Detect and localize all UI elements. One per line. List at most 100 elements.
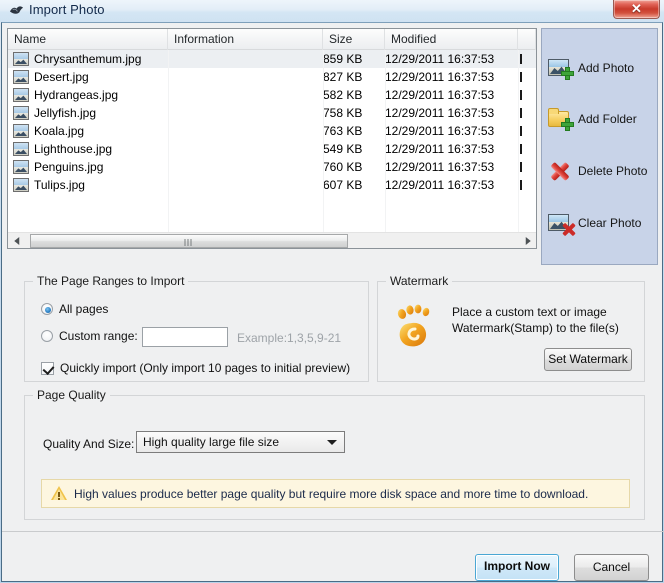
table-row[interactable]: Tulips.jpg 607 KB 12/29/2011 16:37:53: [8, 176, 536, 194]
table-row[interactable]: Koala.jpg 763 KB 12/29/2011 16:37:53: [8, 122, 536, 140]
cell-name: Penguins.jpg: [8, 158, 168, 176]
cell-modified: 12/29/2011 16:37:53: [385, 142, 495, 156]
image-file-icon: [13, 106, 29, 120]
window-title: Import Photo: [29, 2, 105, 17]
cell-modified: 12/29/2011 16:37:53: [385, 124, 495, 138]
cell-information: [168, 86, 323, 104]
all-pages-radio[interactable]: All pages: [41, 302, 108, 316]
column-header-information[interactable]: Information: [168, 29, 323, 50]
cell-name: Tulips.jpg: [8, 176, 168, 194]
cancel-button[interactable]: Cancel: [574, 554, 649, 581]
quality-and-size-value: High quality large file size: [143, 435, 280, 449]
cell-name: Desert.jpg: [8, 68, 168, 86]
add-photo-button[interactable]: Add Photo: [548, 51, 653, 85]
cell-name: Chrysanthemum.jpg: [8, 50, 168, 68]
cell-size: 582 KB: [323, 88, 363, 102]
cell-size: 763 KB: [323, 124, 363, 138]
row-extra-cell: [518, 122, 536, 140]
footer-separator: [2, 531, 664, 532]
close-button[interactable]: ✕: [613, 0, 660, 19]
table-row[interactable]: Hydrangeas.jpg 582 KB 12/29/2011 16:37:53: [8, 86, 536, 104]
row-extra-cell: [518, 104, 536, 122]
page-ranges-group: The Page Ranges to Import All pages Cust…: [24, 274, 369, 382]
cell-size: 760 KB: [323, 160, 363, 174]
photo-actions-panel: Add Photo Add Folder Delete Photo Clear …: [541, 28, 658, 265]
add-folder-label: Add Folder: [578, 112, 637, 126]
row-extra-cell: [518, 176, 536, 194]
table-row[interactable]: Lighthouse.jpg 549 KB 12/29/2011 16:37:53: [8, 140, 536, 158]
image-file-icon: [13, 70, 29, 84]
set-watermark-button[interactable]: Set Watermark: [544, 348, 632, 371]
row-extra-cell: [518, 158, 536, 176]
row-extra-cell: [518, 86, 536, 104]
clear-photo-button[interactable]: Clear Photo: [548, 206, 653, 240]
delete-photo-label: Delete Photo: [578, 164, 648, 178]
file-list-header: Name Information Size Modified: [8, 29, 536, 50]
table-row[interactable]: Chrysanthemum.jpg 859 KB 12/29/2011 16:37:…: [8, 50, 536, 68]
custom-range-label: Custom range:: [59, 329, 138, 343]
horizontal-scrollbar[interactable]: [8, 232, 536, 248]
dialog-client-area: Name Information Size Modified Chrysanthemu…: [1, 22, 664, 582]
column-separator: [385, 50, 386, 233]
column-header-modified[interactable]: Modified: [385, 29, 518, 50]
watermark-group: Watermark Place a custom text or image W…: [377, 274, 645, 382]
quality-and-size-select[interactable]: High quality large file size: [136, 431, 345, 453]
column-header-name[interactable]: Name: [8, 29, 168, 50]
column-header-extra[interactable]: [518, 29, 536, 50]
cell-information: [168, 158, 323, 176]
cell-information: [168, 68, 323, 86]
column-header-size[interactable]: Size: [323, 29, 385, 50]
table-row[interactable]: Jellyfish.jpg 758 KB 12/29/2011 16:37:53: [8, 104, 536, 122]
warning-triangle-icon: [51, 486, 67, 501]
column-separator: [168, 50, 169, 233]
cell-modified: 12/29/2011 16:37:53: [385, 178, 495, 192]
clear-photo-label: Clear Photo: [578, 216, 642, 230]
quality-and-size-label: Quality And Size:: [43, 437, 135, 451]
cell-modified: 12/29/2011 16:37:53: [385, 88, 495, 102]
cell-information: [168, 104, 323, 122]
cell-name: Lighthouse.jpg: [8, 140, 168, 158]
add-folder-icon: [548, 107, 574, 131]
scroll-right-arrow-icon[interactable]: [519, 233, 536, 248]
custom-range-example-hint: Example:1,3,5,9-21: [237, 331, 342, 345]
watermark-title: Watermark: [386, 274, 453, 288]
row-extra-cell: [518, 140, 536, 158]
import-now-button[interactable]: Import Now: [475, 554, 559, 581]
row-extra-cell: [518, 50, 536, 68]
custom-range-radio[interactable]: Custom range:: [41, 329, 138, 343]
row-extra-cell: [518, 68, 536, 86]
scrollbar-grip-icon: [184, 239, 194, 246]
column-separator: [518, 50, 519, 233]
cell-information: [168, 122, 323, 140]
cell-name: Koala.jpg: [8, 122, 168, 140]
cell-modified: 12/29/2011 16:37:53: [385, 106, 495, 120]
cell-information: [168, 176, 323, 194]
title-bar: Import Photo ✕: [0, 0, 664, 22]
close-icon: ✕: [631, 1, 642, 16]
image-file-icon: [13, 178, 29, 192]
clear-photo-icon: [548, 211, 574, 235]
watermark-description-line1: Place a custom text or image: [452, 305, 607, 319]
file-list-rows[interactable]: Chrysanthemum.jpg 859 KB 12/29/2011 16:37:…: [8, 50, 536, 233]
cell-modified: 12/29/2011 16:37:53: [385, 70, 495, 84]
scroll-left-arrow-icon[interactable]: [8, 233, 25, 248]
watermark-description: Place a custom text or image Watermark(S…: [452, 304, 619, 336]
radio-indicator-icon: [41, 303, 53, 315]
table-row[interactable]: Desert.jpg 827 KB 12/29/2011 16:37:53: [8, 68, 536, 86]
cell-size: 827 KB: [323, 70, 363, 84]
cell-name: Hydrangeas.jpg: [8, 86, 168, 104]
delete-photo-button[interactable]: Delete Photo: [548, 154, 653, 188]
page-ranges-title: The Page Ranges to Import: [33, 274, 189, 288]
file-list[interactable]: Name Information Size Modified Chrysanthemu…: [7, 28, 537, 249]
quick-import-checkbox[interactable]: Quickly import (Only import 10 pages to …: [41, 361, 350, 375]
delete-photo-icon: [548, 159, 574, 183]
cell-modified: 12/29/2011 16:37:53: [385, 52, 495, 66]
custom-range-input[interactable]: [142, 327, 228, 347]
horizontal-scrollbar-thumb[interactable]: [30, 234, 348, 248]
page-quality-group: Page Quality Quality And Size: High qual…: [24, 388, 645, 520]
cell-size: 859 KB: [323, 52, 363, 66]
table-row[interactable]: Penguins.jpg 760 KB 12/29/2011 16:37:53: [8, 158, 536, 176]
add-folder-button[interactable]: Add Folder: [548, 102, 653, 136]
import-photo-dialog: Import Photo ✕ Name Information Size Modifi…: [0, 0, 664, 583]
add-photo-icon: [548, 56, 574, 80]
